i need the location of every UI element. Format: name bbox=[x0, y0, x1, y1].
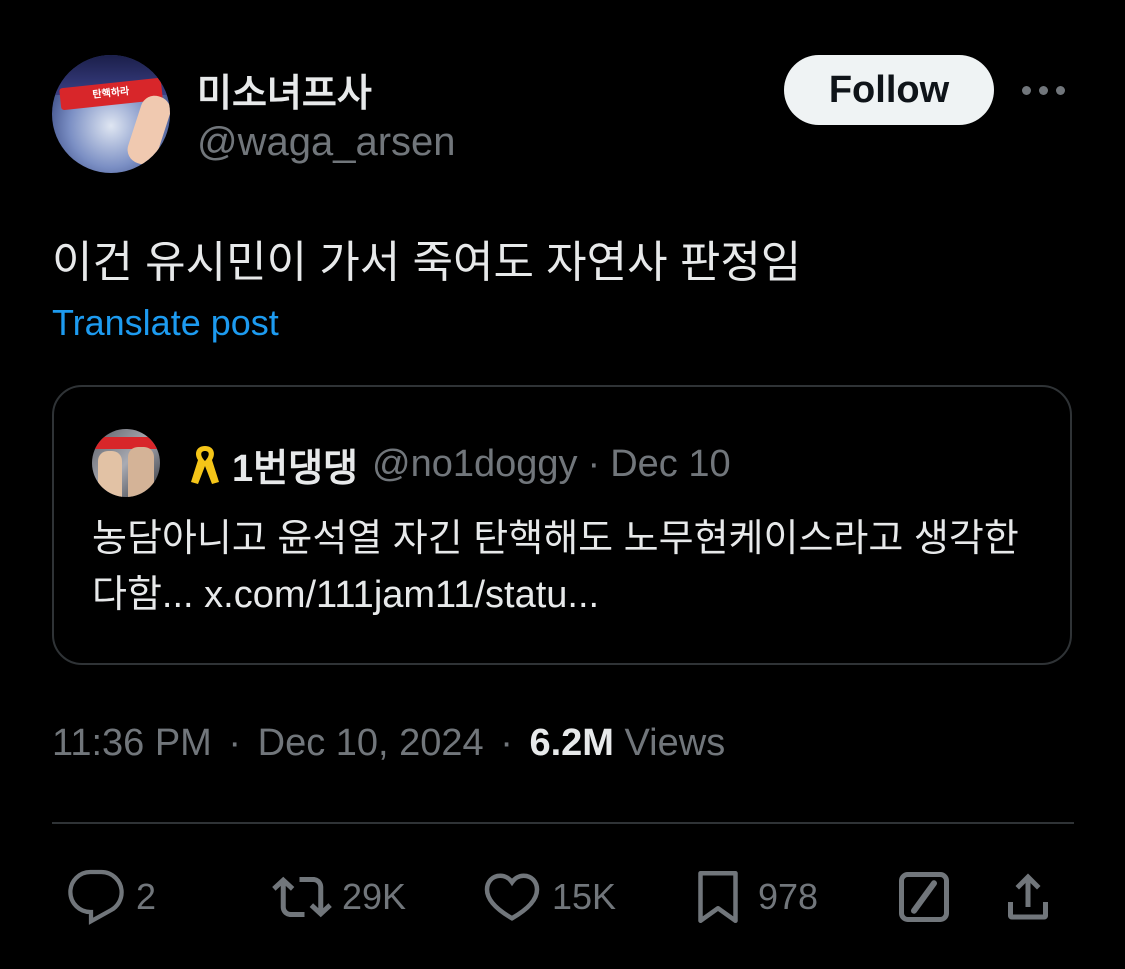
yellow-ribbon-icon bbox=[191, 445, 219, 484]
post-date[interactable]: Dec 10, 2024 bbox=[258, 722, 484, 764]
avatar-hand bbox=[123, 92, 170, 168]
views-count: 6.2M bbox=[529, 722, 614, 764]
post-timestamp: 11:36 PM · Dec 10, 2024 · 6.2M Views bbox=[52, 722, 726, 764]
repost-button[interactable]: 29K bbox=[272, 862, 406, 932]
post-text: 이건 유시민이 가서 죽여도 자연사 판정임 bbox=[52, 238, 802, 287]
more-options-icon[interactable] bbox=[1022, 80, 1068, 100]
reply-button[interactable]: 2 bbox=[66, 862, 156, 932]
share-button[interactable] bbox=[998, 862, 1058, 932]
quoted-post-text: 농담아니고 윤석열 자긴 탄핵해도 노무현케이스라고 생각한다함... x.co… bbox=[92, 518, 1019, 616]
like-count: 15K bbox=[552, 876, 617, 917]
quoted-display-name[interactable]: 1번댕댕 bbox=[232, 437, 358, 492]
author-avatar[interactable]: 탄핵하라 bbox=[52, 55, 170, 173]
repost-count: 29K bbox=[342, 876, 407, 917]
quoted-separator: · bbox=[587, 443, 601, 485]
reply-icon bbox=[68, 869, 124, 925]
reply-count: 2 bbox=[136, 876, 157, 917]
views-label: Views bbox=[624, 722, 726, 764]
quoted-post-header: 1번댕댕 @no1doggy · Dec 10 bbox=[188, 437, 731, 492]
follow-button[interactable]: Follow bbox=[784, 55, 994, 125]
bookmark-button[interactable]: 978 bbox=[688, 862, 818, 932]
author-display-name[interactable]: 미소녀프사 bbox=[197, 62, 372, 117]
author-handle[interactable]: @waga_arsen bbox=[197, 120, 456, 165]
quoted-post-card[interactable]: 1번댕댕 @no1doggy · Dec 10 농담아니고 윤석열 자긴 탄핵해… bbox=[52, 385, 1072, 665]
post-time[interactable]: 11:36 PM bbox=[52, 722, 212, 764]
divider bbox=[52, 822, 1074, 824]
repost-icon bbox=[272, 876, 332, 918]
bookmark-count: 978 bbox=[758, 876, 819, 917]
translate-post-link[interactable]: Translate post bbox=[52, 302, 279, 344]
grok-icon bbox=[899, 872, 949, 922]
share-icon bbox=[1008, 873, 1048, 920]
quoted-handle[interactable]: @no1doggy bbox=[372, 443, 578, 486]
quoted-date: Dec 10 bbox=[610, 443, 731, 485]
bookmark-icon bbox=[698, 871, 738, 923]
grok-button[interactable] bbox=[894, 862, 954, 932]
heart-icon bbox=[484, 873, 540, 921]
quoted-author-avatar[interactable] bbox=[92, 429, 160, 497]
like-button[interactable]: 15K bbox=[482, 862, 616, 932]
